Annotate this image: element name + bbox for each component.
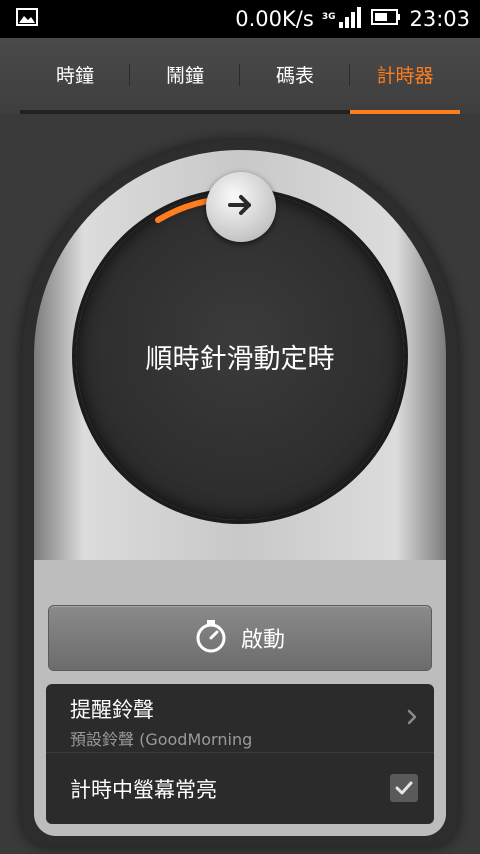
network-speed: 0.00K/s: [235, 7, 314, 31]
tab-label: 時鐘: [55, 64, 94, 87]
timer-settings: 提醒鈴聲 預設鈴聲 (GoodMorning 計時中螢幕常亮: [46, 684, 434, 824]
ringtone-value: 預設鈴聲 (GoodMorning: [70, 730, 253, 749]
tab-label: 碼表: [275, 64, 314, 87]
tab-bar: 時鐘 鬧鐘 碼表 計時器: [0, 38, 480, 114]
image-notification-icon: [16, 8, 38, 30]
keep-screen-on-title: 計時中螢幕常亮: [70, 778, 217, 802]
tab-label: 計時器: [376, 64, 434, 87]
signal-icon: [337, 6, 363, 32]
keep-screen-on-checkbox[interactable]: [390, 774, 418, 802]
stopwatch-icon: [195, 619, 227, 657]
keep-screen-on-setting[interactable]: 計時中螢幕常亮: [46, 754, 434, 824]
checkmark-icon: [395, 781, 413, 795]
tab-clock[interactable]: 時鐘: [20, 38, 130, 114]
tab-alarm[interactable]: 鬧鐘: [130, 38, 240, 114]
start-button[interactable]: 啟動: [48, 605, 432, 671]
ringtone-setting[interactable]: 提醒鈴聲 預設鈴聲 (GoodMorning: [46, 684, 434, 753]
chevron-right-icon: [406, 708, 418, 730]
ringtone-title: 提醒鈴聲: [70, 698, 154, 722]
tab-stopwatch[interactable]: 碼表: [240, 38, 350, 114]
dial-instruction: 順時針滑動定時: [145, 343, 335, 375]
tab-timer[interactable]: 計時器: [350, 38, 460, 114]
arrow-right-icon: [227, 193, 255, 221]
dial-knob[interactable]: [206, 172, 276, 242]
tab-label: 鬧鐘: [165, 64, 204, 87]
network-type: 3G: [321, 12, 336, 22]
start-button-label: 啟動: [240, 628, 285, 653]
clock-time: 23:03: [409, 7, 470, 31]
battery-icon: [371, 8, 401, 30]
status-bar: 0.00K/s 3G 23:03: [0, 0, 480, 38]
